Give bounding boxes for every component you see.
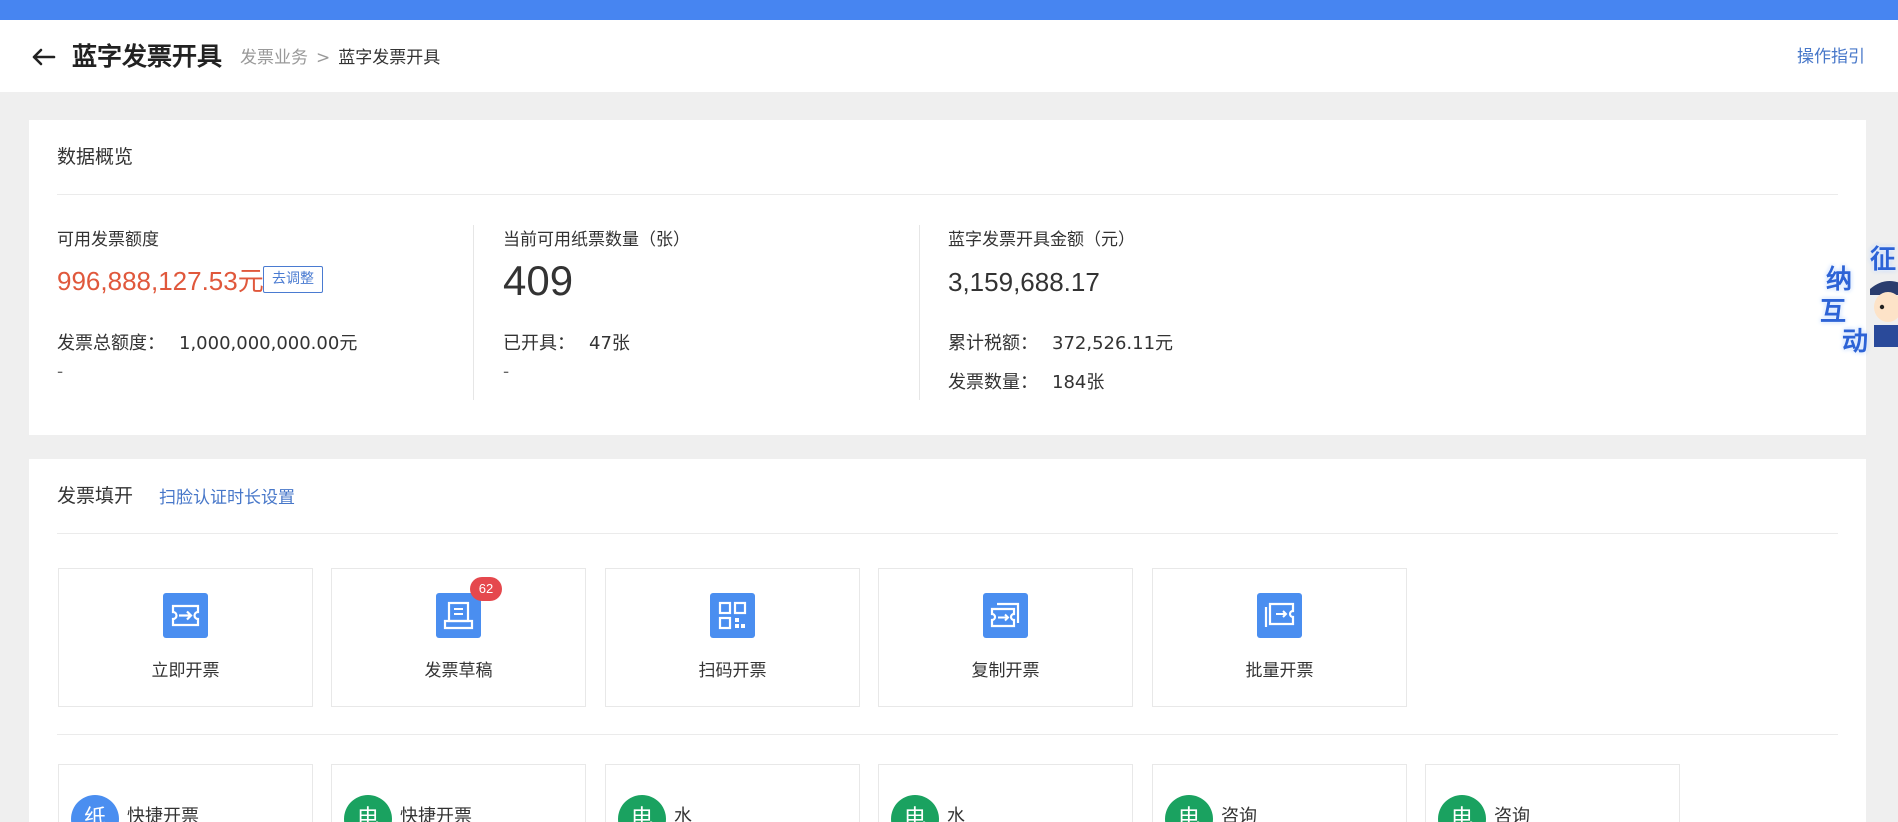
- fill-title: 发票填开: [57, 485, 134, 507]
- tax-interaction-mascot[interactable]: 征 纳 互 动: [1820, 245, 1898, 370]
- electronic-tag-icon: 电: [618, 795, 666, 822]
- quick-item-label: 快捷开票: [127, 806, 199, 822]
- quick-item-label: 水: [674, 806, 692, 822]
- face-auth-duration-link[interactable]: 扫脸认证时长设置: [159, 486, 295, 510]
- mascot-char: 互: [1820, 297, 1847, 327]
- paper-label: 当前可用纸票数量（张）: [503, 230, 690, 250]
- mascot-char: 征: [1870, 245, 1897, 275]
- issue-now-label: 立即开票: [151, 661, 220, 681]
- quick-divider: [57, 734, 1838, 735]
- copy-issue-button[interactable]: 复制开票: [878, 568, 1133, 707]
- electronic-tag-icon: 电: [1165, 795, 1213, 822]
- adjust-quota-button[interactable]: 去调整: [263, 266, 323, 293]
- quota-value: 996,888,127.53元: [57, 266, 264, 296]
- invoice-draft-button[interactable]: 62 发票草稿: [331, 568, 586, 707]
- batch-issue-label: 批量开票: [1245, 661, 1314, 681]
- operation-guide-link[interactable]: 操作指引: [1797, 45, 1865, 69]
- quick-item-label: 咨询: [1494, 806, 1530, 822]
- tax-value: 372,526.11元: [1052, 333, 1174, 354]
- breadcrumb-separator-icon: >: [316, 48, 331, 68]
- invoice-draft-label: 发票草稿: [424, 661, 493, 681]
- electronic-tag-icon: 电: [1438, 795, 1486, 822]
- quick-item[interactable]: 电 水: [605, 764, 860, 822]
- quick-item[interactable]: 电 咨询: [1425, 764, 1680, 822]
- batch-ticket-icon: [1257, 593, 1302, 638]
- qr-code-icon: [710, 593, 755, 638]
- copy-issue-label: 复制开票: [971, 661, 1040, 681]
- quick-item[interactable]: 纸 快捷开票: [58, 764, 313, 822]
- paper-extra: -: [503, 362, 510, 382]
- mascot-officer-icon: [1870, 281, 1898, 347]
- quick-item[interactable]: 电 水: [878, 764, 1133, 822]
- quick-item[interactable]: 电 快捷开票: [331, 764, 586, 822]
- tax-line: 累计税额： 372,526.11元: [948, 331, 1173, 357]
- issue-now-button[interactable]: 立即开票: [58, 568, 313, 707]
- draft-count-badge: 62: [470, 577, 502, 601]
- paper-tag-icon: 纸: [71, 795, 119, 822]
- data-overview-card: 数据概览 可用发票额度 996,888,127.53元 去调整 发票总额度： 1,…: [29, 120, 1866, 435]
- quota-label: 可用发票额度: [57, 230, 159, 250]
- issued-line: 已开具： 47张: [503, 331, 630, 357]
- scan-issue-label: 扫码开票: [698, 661, 767, 681]
- copy-ticket-icon: [983, 593, 1028, 638]
- quick-item[interactable]: 电 咨询: [1152, 764, 1407, 822]
- paper-stat: 当前可用纸票数量（张） 409 已开具： 47张 -: [503, 225, 923, 400]
- mascot-char: 纳: [1826, 265, 1853, 295]
- back-arrow-icon[interactable]: [30, 47, 56, 67]
- amount-value: 3,159,688.17: [948, 267, 1100, 297]
- issued-value: 47张: [589, 333, 630, 354]
- mascot-char: 动: [1842, 327, 1869, 357]
- electronic-tag-icon: 电: [891, 795, 939, 822]
- total-quota-line: 发票总额度： 1,000,000,000.00元: [57, 331, 357, 357]
- issued-label: 已开具：: [503, 333, 575, 354]
- breadcrumb-parent[interactable]: 发票业务: [240, 48, 308, 68]
- stat-separator: [919, 225, 920, 400]
- quick-item-label: 咨询: [1221, 806, 1257, 822]
- invoice-count-value: 184张: [1052, 372, 1105, 393]
- invoice-count-line: 发票数量： 184张: [948, 370, 1104, 396]
- page-header: 蓝字发票开具 发票业务 > 蓝字发票开具 操作指引: [0, 20, 1898, 92]
- breadcrumb-current: 蓝字发票开具: [338, 48, 441, 68]
- scan-issue-button[interactable]: 扫码开票: [605, 568, 860, 707]
- electronic-tag-icon: 电: [344, 795, 392, 822]
- amount-stat: 蓝字发票开具金额（元） 3,159,688.17 累计税额： 372,526.11…: [948, 225, 1448, 400]
- quick-item-label: 水: [947, 806, 965, 822]
- overview-title: 数据概览: [57, 146, 134, 168]
- tax-label: 累计税额：: [948, 333, 1038, 354]
- page-title: 蓝字发票开具: [72, 42, 223, 71]
- invoice-fill-card: 发票填开 扫脸认证时长设置 立即开票 62 发票草稿 扫码开票 复制开票 批量开…: [29, 459, 1866, 822]
- paper-count: 409: [503, 257, 574, 304]
- breadcrumb: 发票业务 > 蓝字发票开具: [240, 46, 440, 70]
- quota-extra: -: [57, 362, 64, 382]
- overview-divider: [57, 194, 1838, 195]
- invoice-count-label: 发票数量：: [948, 372, 1038, 393]
- batch-issue-button[interactable]: 批量开票: [1152, 568, 1407, 707]
- total-quota-value: 1,000,000,000.00元: [179, 333, 358, 354]
- fill-divider: [57, 533, 1838, 534]
- ticket-arrow-icon: [163, 593, 208, 638]
- amount-label: 蓝字发票开具金额（元）: [948, 230, 1135, 250]
- top-bar: [0, 0, 1898, 20]
- quota-stat: 可用发票额度 996,888,127.53元 去调整 发票总额度： 1,000,0…: [57, 225, 477, 400]
- stat-separator: [473, 225, 474, 400]
- draft-icon: [436, 593, 481, 638]
- quick-item-label: 快捷开票: [400, 806, 472, 822]
- total-quota-label: 发票总额度：: [57, 333, 165, 354]
